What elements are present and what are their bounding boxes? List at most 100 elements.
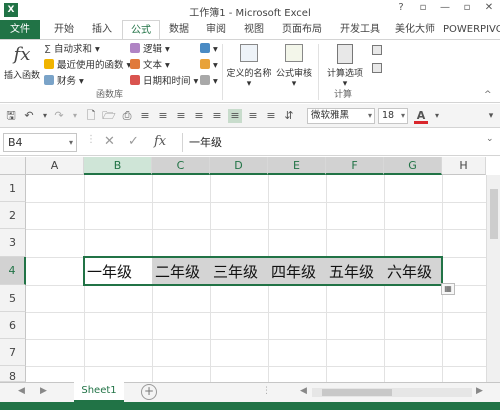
- save-icon[interactable]: 🖫: [4, 109, 18, 123]
- paste-options-icon[interactable]: ▦: [441, 283, 455, 295]
- autosum-button[interactable]: Σ 自动求和 ▾: [44, 42, 100, 57]
- open-file-icon[interactable]: 🗁: [102, 109, 116, 123]
- wrap-text-icon[interactable]: ⇵: [282, 109, 296, 123]
- group-label-calc: 计算: [334, 90, 353, 100]
- justify-icon[interactable]: ≡: [192, 109, 206, 123]
- math-button[interactable]: ▾: [200, 58, 218, 73]
- vertical-scroll-thumb[interactable]: [490, 189, 498, 239]
- insert-function-button[interactable]: fx 插入函数: [4, 42, 40, 81]
- calc-sheet-button[interactable]: [372, 62, 385, 77]
- close-button[interactable]: ✕: [482, 2, 496, 13]
- insert-function-icon[interactable]: fx: [154, 134, 166, 149]
- middle-align-icon[interactable]: ≡: [228, 109, 242, 123]
- row-header-2[interactable]: 2: [0, 202, 26, 229]
- cell-f4[interactable]: 五年级: [326, 258, 384, 285]
- tab-file[interactable]: 文件: [0, 20, 40, 39]
- formula-input[interactable]: 一年级: [182, 133, 482, 152]
- font-color-dropdown-icon[interactable]: ▾: [432, 109, 442, 123]
- undo-dropdown-icon[interactable]: ▾: [40, 109, 50, 123]
- tab-formulas[interactable]: 公式: [122, 20, 160, 40]
- cell-b4[interactable]: 一年级: [84, 258, 152, 285]
- align-center-icon[interactable]: ≡: [156, 109, 170, 123]
- font-name-select[interactable]: 微软雅黑 ▾: [307, 108, 375, 124]
- column-header-d[interactable]: D: [210, 157, 268, 175]
- cell-e4[interactable]: 四年级: [268, 258, 326, 285]
- prev-sheet-icon[interactable]: ◀: [18, 386, 25, 396]
- align-left-icon[interactable]: ≡: [138, 109, 152, 123]
- more-functions-button[interactable]: ▾: [200, 74, 218, 89]
- undo-icon[interactable]: ↶: [22, 109, 36, 123]
- bottom-align-icon[interactable]: ≡: [264, 109, 278, 123]
- tab-beautify[interactable]: 美化大师: [390, 20, 440, 39]
- financial-button[interactable]: 财务 ▾: [44, 74, 84, 89]
- tab-split-icon[interactable]: ⋮: [262, 386, 271, 396]
- tab-data[interactable]: 数据: [160, 20, 198, 39]
- worksheet-grid[interactable]: A B C D E F G H 1 2 3 4 5 6 7 8 二年级 三年级 …: [0, 157, 500, 382]
- customize-qat-icon[interactable]: ▾: [486, 109, 496, 123]
- font-size-select[interactable]: 18 ▾: [378, 108, 408, 124]
- column-header-f[interactable]: F: [326, 157, 384, 175]
- row-header-5[interactable]: 5: [0, 285, 26, 312]
- print-preview-icon[interactable]: ⎙: [120, 109, 134, 123]
- tab-developer[interactable]: 开发工具: [332, 20, 388, 39]
- row-header-8[interactable]: 8: [0, 366, 26, 382]
- column-header-a[interactable]: A: [26, 157, 84, 175]
- scroll-left-icon[interactable]: ◀: [300, 386, 307, 396]
- column-header-h[interactable]: H: [442, 157, 486, 175]
- tab-view[interactable]: 视图: [236, 20, 272, 39]
- vertical-scrollbar[interactable]: [486, 175, 500, 382]
- tab-page-layout[interactable]: 页面布局: [274, 20, 330, 39]
- expand-formula-bar-icon[interactable]: ⌄: [486, 134, 494, 144]
- cancel-icon[interactable]: ✕: [104, 134, 115, 149]
- cell-g4[interactable]: 六年级: [384, 258, 442, 285]
- distribute-icon[interactable]: ≡: [210, 109, 224, 123]
- row-header-7[interactable]: 7: [0, 339, 26, 366]
- next-sheet-icon[interactable]: ▶: [40, 386, 47, 396]
- recent-functions-button[interactable]: 最近使用的函数 ▾: [44, 58, 131, 73]
- maximize-button[interactable]: ▫: [460, 2, 474, 13]
- enter-icon[interactable]: ✓: [128, 134, 139, 149]
- tab-powerpivot[interactable]: POWERPIVOT: [443, 20, 500, 39]
- column-header-b[interactable]: B: [84, 157, 152, 175]
- calc-options-button[interactable]: 计算选项 ▾: [322, 42, 368, 89]
- add-sheet-button[interactable]: +: [141, 384, 157, 400]
- name-box[interactable]: B4 ▾: [3, 133, 77, 152]
- cell-c4[interactable]: 二年级: [152, 258, 210, 285]
- datetime-button[interactable]: 日期和时间 ▾: [130, 74, 198, 89]
- row-header-1[interactable]: 1: [0, 175, 26, 202]
- row-header-6[interactable]: 6: [0, 312, 26, 339]
- minimize-button[interactable]: —: [438, 2, 452, 13]
- collapse-ribbon-button[interactable]: ^: [484, 88, 492, 103]
- column-header-c[interactable]: C: [152, 157, 210, 175]
- cell-d4[interactable]: 三年级: [210, 258, 268, 285]
- align-right-icon[interactable]: ≡: [174, 109, 188, 123]
- redo-dropdown-icon[interactable]: ▾: [70, 109, 80, 123]
- resize-handle-icon[interactable]: ⋮: [86, 134, 96, 145]
- tab-home[interactable]: 开始: [44, 20, 84, 39]
- formula-audit-label: 公式审核: [275, 69, 312, 79]
- select-all-button[interactable]: [0, 157, 26, 175]
- horizontal-scroll-thumb[interactable]: [322, 389, 392, 396]
- logical-button[interactable]: 逻辑 ▾: [130, 42, 170, 57]
- redo-icon[interactable]: ↷: [52, 109, 66, 123]
- formula-audit-button[interactable]: 公式审核 ▾: [274, 42, 314, 89]
- help-button[interactable]: ?: [394, 2, 408, 13]
- new-file-icon[interactable]: 🗋: [84, 109, 98, 123]
- font-color-icon[interactable]: A: [414, 109, 428, 124]
- row-header-4[interactable]: 4: [0, 257, 26, 285]
- top-align-icon[interactable]: ≡: [246, 109, 260, 123]
- scroll-right-icon[interactable]: ▶: [476, 386, 483, 396]
- sheet-tab-sheet1[interactable]: Sheet1: [74, 382, 124, 402]
- tab-insert[interactable]: 插入: [84, 20, 120, 39]
- defined-names-button[interactable]: 定义的名称 ▾: [226, 42, 272, 89]
- ribbon-display-button[interactable]: ▫: [416, 2, 430, 13]
- text-button[interactable]: 文本 ▾: [130, 58, 170, 73]
- tab-review[interactable]: 审阅: [198, 20, 234, 39]
- horizontal-scrollbar[interactable]: [312, 388, 472, 397]
- gridline: [442, 175, 443, 382]
- calc-now-button[interactable]: [372, 44, 385, 59]
- lookup-button[interactable]: ▾: [200, 42, 218, 57]
- row-header-3[interactable]: 3: [0, 229, 26, 257]
- column-header-g[interactable]: G: [384, 157, 442, 175]
- column-header-e[interactable]: E: [268, 157, 326, 175]
